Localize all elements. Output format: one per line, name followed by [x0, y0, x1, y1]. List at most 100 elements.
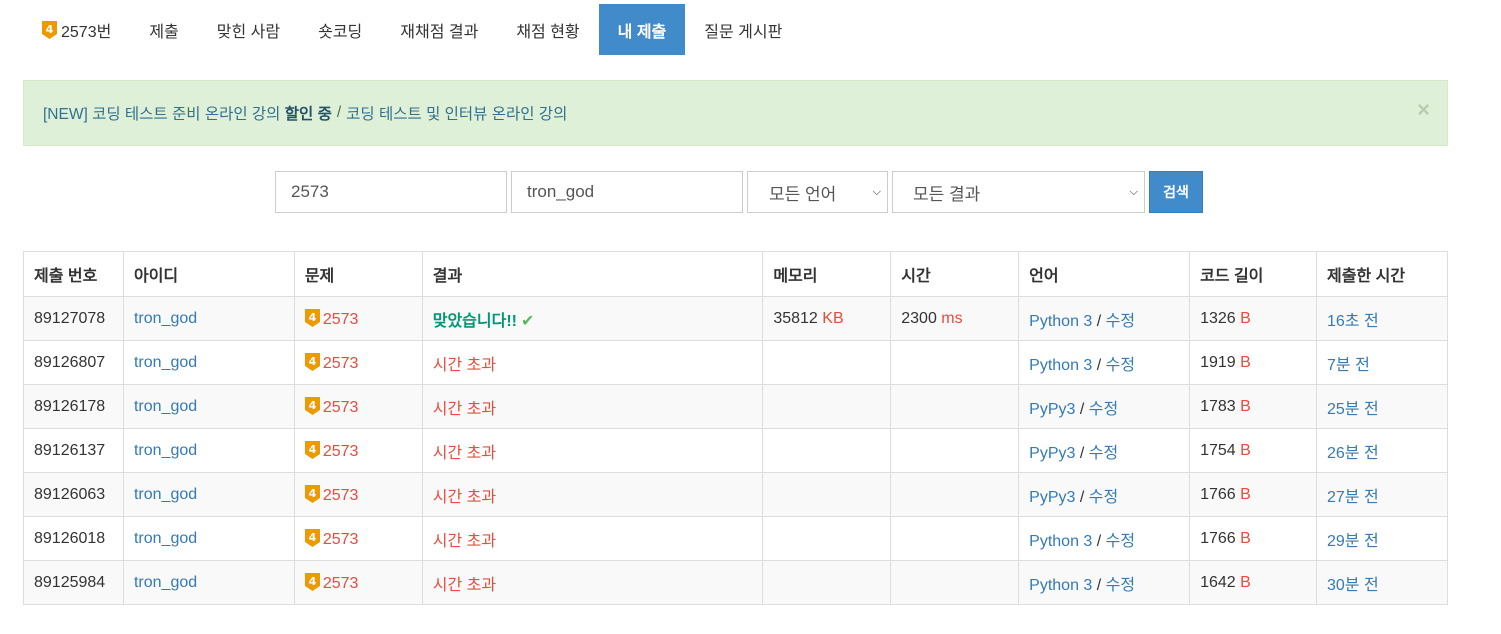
problem-link[interactable]: 2573: [323, 355, 359, 372]
search-button[interactable]: 검색: [1149, 171, 1203, 213]
submitted-time-link[interactable]: 7분 전: [1327, 357, 1370, 374]
alert-bold: 할인 중: [284, 106, 332, 123]
language-select[interactable]: 모든 언어 ⌵: [747, 171, 888, 213]
table-row: 89126063 tron_god 4 2573 시간 초과 PyPy3 / 수정 176…: [23, 472, 1448, 517]
memory-cell: [762, 516, 892, 561]
time-cell: [890, 384, 1020, 429]
code-length-cell: 1326 B: [1189, 296, 1317, 341]
problem-link[interactable]: 2573: [323, 531, 359, 548]
result-time-limit: 시간 초과: [432, 400, 497, 418]
submitted-time-link[interactable]: 27분 전: [1327, 489, 1379, 506]
user-link[interactable]: tron_god: [134, 486, 197, 503]
edit-link[interactable]: 수정: [1089, 401, 1118, 418]
alert-course-link[interactable]: 코딩 테스트 및 인터뷰 온라인 강의: [346, 102, 567, 124]
gold-tier-shield-icon: 4: [42, 20, 57, 39]
problem-link[interactable]: 2573: [323, 487, 359, 504]
language-link[interactable]: Python 3: [1029, 533, 1092, 550]
user-link[interactable]: tron_god: [134, 354, 197, 371]
code-length-unit: B: [1240, 397, 1251, 415]
user-link[interactable]: tron_god: [134, 442, 197, 459]
submitted-time-link[interactable]: 26분 전: [1327, 445, 1379, 462]
submission-table: 제출 번호 아이디 문제 결과 메모리 시간 언어 코드 길이 제출한 시간 89127078 t…: [23, 251, 1448, 605]
language-link[interactable]: Python 3: [1029, 313, 1092, 330]
tab-4[interactable]: 재채점 결과: [381, 4, 497, 55]
gold-tier-shield-icon: 4: [304, 440, 320, 459]
result-cell: 시간 초과: [421, 340, 764, 385]
language-cell: Python 3 / 수정: [1018, 340, 1191, 385]
code-length-value: 1783: [1200, 397, 1236, 415]
problem-cell: 4 2573: [293, 428, 423, 473]
problem-link[interactable]: 2573: [323, 443, 359, 460]
alert-separator: /: [336, 104, 342, 121]
gold-tier-shield-icon: 4: [304, 396, 320, 415]
tab-5[interactable]: 채점 현황: [497, 4, 598, 55]
tab-7[interactable]: 질문 게시판: [685, 4, 801, 55]
edit-link[interactable]: 수정: [1089, 445, 1118, 462]
problem-link[interactable]: 2573: [323, 575, 359, 592]
problem-link[interactable]: 2573: [323, 311, 359, 328]
table-row: 89126137 tron_god 4 2573 시간 초과 PyPy3 / 수정 175…: [23, 428, 1448, 473]
user-link[interactable]: tron_god: [134, 530, 197, 547]
code-length-unit: B: [1240, 573, 1251, 591]
column-header: 코드 길이: [1189, 251, 1317, 297]
tab-2[interactable]: 맞힌 사람: [198, 4, 299, 55]
column-header: 시간: [890, 251, 1020, 297]
search-form: 2573 tron_god 모든 언어 ⌵ 모든 결과 ⌵ 검색: [275, 171, 1203, 213]
language-link[interactable]: PyPy3: [1029, 401, 1075, 418]
submitted-time-link[interactable]: 30분 전: [1327, 577, 1379, 594]
language-link[interactable]: PyPy3: [1029, 445, 1075, 462]
user-link[interactable]: tron_god: [134, 574, 197, 591]
result-select[interactable]: 모든 결과 ⌵: [892, 171, 1145, 213]
submitted-time-link[interactable]: 16초 전: [1327, 313, 1379, 330]
language-link[interactable]: Python 3: [1029, 357, 1092, 374]
user-link[interactable]: tron_god: [134, 310, 197, 327]
table-row: 89126018 tron_god 4 2573 시간 초과 Python 3 / 수정…: [23, 516, 1448, 561]
time-cell: [890, 560, 1020, 605]
tab-0[interactable]: 4 2573번: [23, 4, 130, 55]
submission-id: 89126807: [23, 340, 124, 385]
edit-link[interactable]: 수정: [1106, 577, 1135, 594]
gold-tier-shield-icon: 4: [304, 528, 320, 547]
result-time-limit: 시간 초과: [432, 488, 497, 506]
chevron-down-icon: ⌵: [1129, 185, 1138, 198]
language-cell: PyPy3 / 수정: [1018, 428, 1191, 473]
result-cell: 시간 초과: [421, 516, 764, 561]
submission-id: 89127078: [23, 296, 124, 341]
code-length-unit: B: [1240, 485, 1251, 503]
edit-link[interactable]: 수정: [1106, 313, 1135, 330]
submission-id: 89126178: [23, 384, 124, 429]
problem-link[interactable]: 2573: [323, 399, 359, 416]
result-time-limit: 시간 초과: [432, 356, 497, 374]
language-link[interactable]: Python 3: [1029, 577, 1092, 594]
submission-id: 89126018: [23, 516, 124, 561]
column-header: 메모리: [762, 251, 892, 297]
submission-id: 89126063: [23, 472, 124, 517]
edit-link[interactable]: 수정: [1106, 357, 1135, 374]
tab-1[interactable]: 제출: [130, 4, 197, 55]
tab-3[interactable]: 숏코딩: [299, 4, 381, 55]
tab-6[interactable]: 내 제출: [598, 4, 686, 55]
submitted-time-link[interactable]: 29분 전: [1327, 533, 1379, 550]
submitted-time-link[interactable]: 25분 전: [1327, 401, 1379, 418]
language-link[interactable]: PyPy3: [1029, 489, 1075, 506]
result-select-value: 모든 결과: [913, 184, 981, 204]
result-time-limit: 시간 초과: [432, 532, 497, 550]
code-length-value: 1754: [1200, 441, 1236, 459]
problem-id-input[interactable]: 2573: [275, 171, 507, 213]
close-icon[interactable]: ×: [1417, 99, 1430, 121]
gold-tier-shield-icon: 4: [304, 484, 320, 503]
code-length-cell: 1919 B: [1189, 340, 1317, 385]
gold-tier-shield-icon: 4: [304, 572, 320, 591]
chevron-down-icon: ⌵: [872, 185, 881, 198]
code-length-cell: 1783 B: [1189, 384, 1317, 429]
problem-cell: 4 2573: [293, 560, 423, 605]
user-link[interactable]: tron_god: [134, 398, 197, 415]
result-accepted: 맞았습니다!!: [432, 312, 517, 330]
user-id-input[interactable]: tron_god: [511, 171, 743, 213]
submission-id: 89126137: [23, 428, 124, 473]
code-length-unit: B: [1240, 353, 1251, 371]
column-header: 아이디: [122, 251, 295, 297]
result-cell: 시간 초과: [421, 472, 764, 517]
edit-link[interactable]: 수정: [1089, 489, 1118, 506]
edit-link[interactable]: 수정: [1106, 533, 1135, 550]
